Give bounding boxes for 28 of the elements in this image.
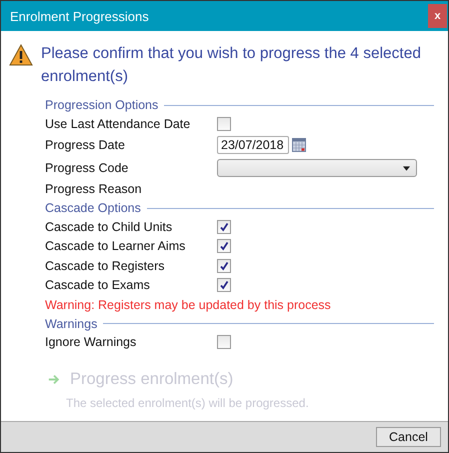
checkbox[interactable] — [217, 258, 231, 273]
section-title: Progression Options — [45, 98, 158, 112]
warning-icon — [9, 44, 33, 66]
field-label: Progress Reason — [45, 182, 143, 196]
field-label: Cascade to Learner Aims — [45, 239, 186, 254]
arrow-icon — [48, 374, 60, 385]
checkbox[interactable] — [217, 116, 231, 131]
field-label: Cascade to Exams — [45, 278, 151, 292]
field-label: Use Last Attendance Date — [45, 116, 192, 131]
field-label: Cascade to Child Units — [45, 220, 174, 234]
calendar-icon[interactable] — [292, 138, 306, 152]
section-title: Warnings — [45, 316, 98, 330]
cancel-button[interactable]: Cancel — [376, 427, 441, 447]
caret-icon — [403, 166, 410, 170]
field-label: Ignore Warnings — [45, 335, 138, 350]
close-button[interactable]: x — [428, 4, 447, 28]
field-label: Cascade to Registers — [45, 258, 166, 273]
checkbox[interactable] — [217, 220, 231, 234]
date-field[interactable]: 23/07/2018 — [217, 136, 289, 154]
section-title: Cascade Options — [45, 201, 141, 215]
warning-message: Warning: Registers may be updated by this process — [45, 298, 331, 312]
confirmation-heading: Please confirm that you wish to progress the 4 selected enrolment(s) — [41, 44, 422, 87]
field-label: Progress Code — [45, 161, 130, 175]
checkbox[interactable] — [217, 278, 231, 292]
window-title: Enrolment Progressions — [10, 8, 149, 24]
field-label: Progress Date — [45, 138, 126, 152]
checkbox[interactable] — [217, 335, 231, 350]
checkbox[interactable] — [217, 239, 231, 254]
